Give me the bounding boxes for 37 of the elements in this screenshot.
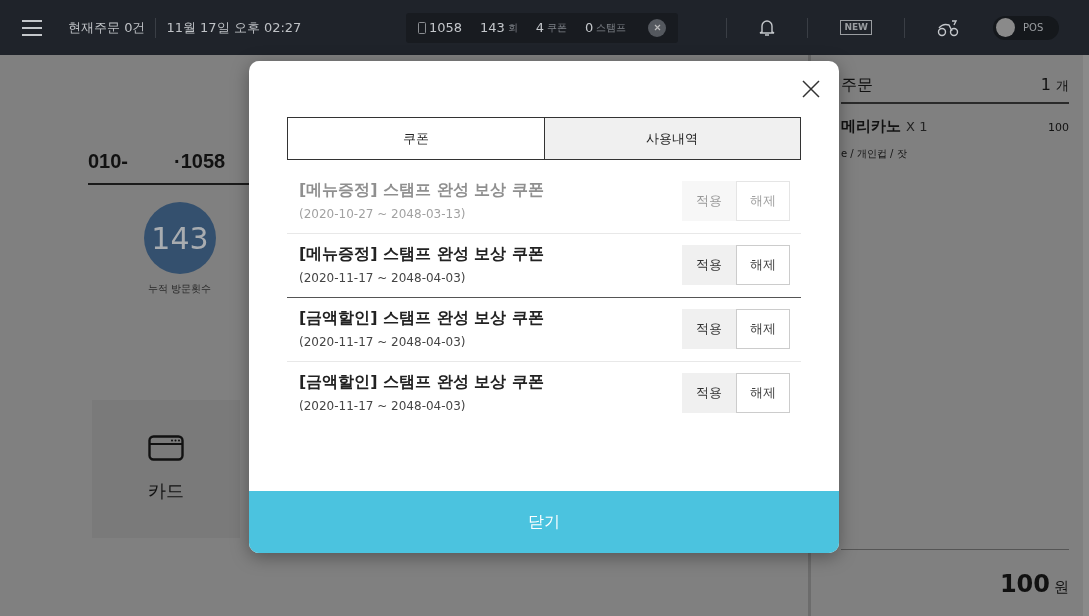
coupon-period: (2020-11-17 ~ 2048-04-03) — [299, 335, 467, 349]
coupon-period: (2020-11-17 ~ 2048-04-03) — [299, 399, 467, 413]
order-total: 100 — [999, 570, 1050, 598]
coupon-title: [메뉴증정] 스탬프 완성 보상 쿠폰 — [299, 244, 545, 265]
phone-suffix: ·1058 — [174, 150, 226, 173]
total-unit: 원 — [1054, 578, 1069, 597]
current-orders: 현재주문 0건 — [68, 18, 146, 37]
item-name: 메리카노 — [841, 117, 901, 135]
pos-toggle[interactable]: POS — [993, 15, 1059, 40]
apply-button[interactable]: 적용 — [682, 308, 736, 349]
visit-label: 누적 방문횟수 — [148, 282, 213, 296]
summary-stat: 4 쿠폰 — [535, 20, 568, 35]
phone-prefix: 010- — [88, 150, 129, 173]
card-payment-button[interactable]: 카드 — [92, 400, 240, 538]
coupon-period: (2020-11-17 ~ 2048-04-03) — [299, 271, 467, 285]
new-button[interactable]: NEW — [840, 20, 872, 35]
coupon-title: [메뉴증정] 스탬프 완성 보상 쿠폰 — [299, 180, 545, 201]
order-title: 주문 — [841, 75, 873, 96]
coupon-title: [금액할인] 스탬프 완성 보상 쿠폰 — [299, 372, 545, 393]
item-options: e / 개인컵 / 잣 — [841, 148, 907, 159]
summary-stat: 0 스탬프 — [585, 20, 627, 35]
date-time: 11월 17일 오후 02:27 — [166, 18, 302, 37]
coupon-period: (2020-10-27 ~ 2048-03-13) — [299, 207, 467, 221]
order-count: 1 — [1040, 75, 1051, 94]
summary-stat: 1058 — [417, 20, 462, 35]
apply-button[interactable]: 적용 — [682, 372, 736, 413]
release-button[interactable]: 해제 — [736, 244, 790, 285]
count-unit: 개 — [1056, 78, 1069, 93]
summary-stat: 143 회 — [480, 20, 518, 35]
item-price: 100 — [1048, 121, 1069, 134]
visit-count: 143 — [144, 202, 216, 274]
release-button[interactable]: 해제 — [736, 372, 790, 413]
dialog-tab[interactable]: 사용내역 — [543, 118, 800, 159]
item-quantity: X 1 — [906, 119, 928, 134]
apply-button[interactable]: 적용 — [682, 244, 736, 285]
coupon-title: [금액할인] 스탬프 완성 보상 쿠폰 — [299, 308, 545, 329]
release-button[interactable]: 해제 — [736, 308, 790, 349]
